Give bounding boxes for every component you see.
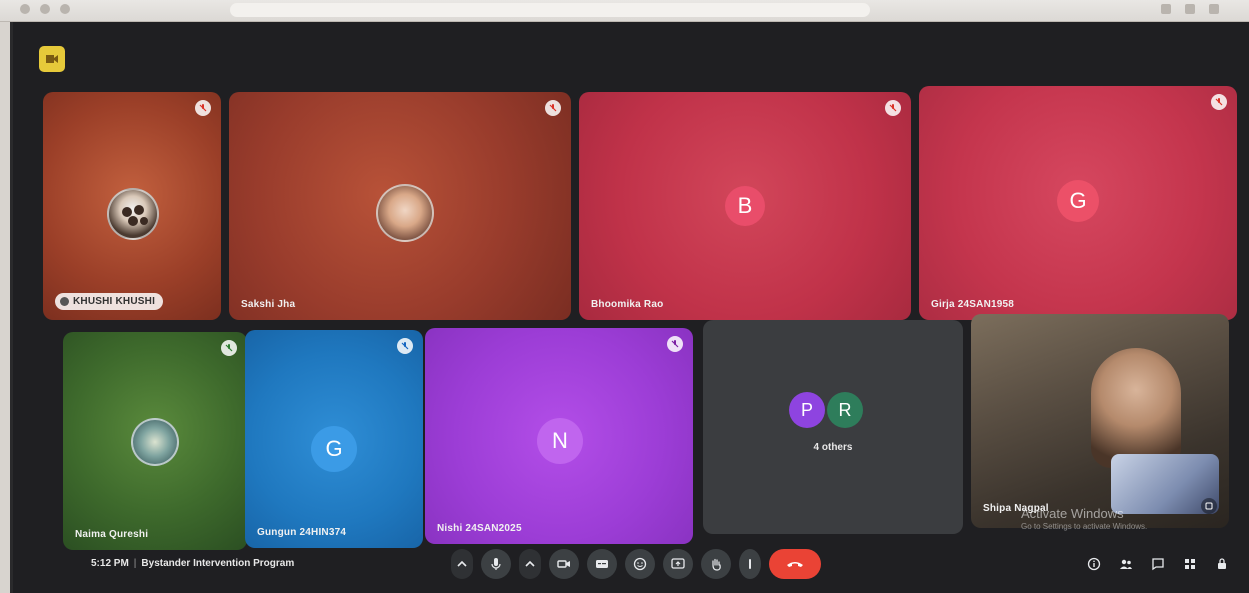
participant-tile[interactable]: Sakshi Jha <box>229 92 571 320</box>
chat-button[interactable] <box>1151 557 1165 576</box>
meet-window: KHUSHI KHUSHI Sakshi Jha B Bhoomika Rao … <box>10 22 1249 593</box>
participant-name: KHUSHI KHUSHI <box>55 293 164 310</box>
mic-button[interactable] <box>481 549 511 579</box>
avatar <box>107 188 159 240</box>
avatar <box>131 418 179 466</box>
browser-toolbar <box>1161 4 1219 14</box>
mic-off-icon <box>667 336 683 352</box>
avatar: N <box>537 418 583 464</box>
participant-tile[interactable]: G Gungun 24HIN374 <box>245 330 423 548</box>
control-bar: 5:12 PM | Bystander Intervention Program <box>13 539 1249 593</box>
chat-icon <box>1152 558 1164 571</box>
browser-chrome <box>0 0 1249 22</box>
reactions-button[interactable] <box>625 549 655 579</box>
watermark-title: Activate Windows <box>1021 506 1124 521</box>
address-bar[interactable] <box>230 3 870 17</box>
mic-off-icon <box>195 100 211 116</box>
participant-tile[interactable]: G Girja 24SAN1958 <box>919 86 1237 320</box>
end-call-button[interactable] <box>769 549 821 579</box>
mic-off-icon <box>1211 94 1227 110</box>
meeting-title: Bystander Intervention Program <box>141 558 295 569</box>
participant-name: Bhoomika Rao <box>591 299 664 310</box>
present-button[interactable] <box>663 549 693 579</box>
participant-name: Gungun 24HIN374 <box>257 527 347 538</box>
raise-hand-icon <box>712 558 721 571</box>
captions-button[interactable] <box>587 549 617 579</box>
activities-icon <box>1185 559 1195 569</box>
meeting-info: 5:12 PM | Bystander Intervention Program <box>91 558 294 569</box>
meet-logo-icon <box>39 46 65 72</box>
others-tile[interactable]: P R 4 others <box>703 320 963 534</box>
extension-icon[interactable] <box>1161 4 1171 14</box>
raise-hand-button[interactable] <box>701 549 731 579</box>
emoji-icon <box>633 557 647 571</box>
separator: | <box>133 558 137 569</box>
chevron-up-icon <box>525 560 535 567</box>
host-controls-button[interactable] <box>1215 557 1229 576</box>
participant-name: Sakshi Jha <box>241 299 296 310</box>
lock-icon <box>1218 558 1226 569</box>
meeting-time: 5:12 PM <box>91 558 129 569</box>
participant-name: Nishi 24SAN2025 <box>437 523 522 534</box>
present-icon <box>671 558 685 569</box>
participant-tile[interactable]: Naima Qureshi <box>63 332 247 550</box>
info-button[interactable] <box>1087 557 1101 576</box>
avatar: G <box>1057 180 1099 222</box>
avatar: P <box>789 392 825 428</box>
more-options-button[interactable] <box>739 549 761 579</box>
profile-icon[interactable] <box>1185 4 1195 14</box>
mic-off-icon <box>221 340 237 356</box>
end-call-icon <box>787 562 803 567</box>
pin-icon[interactable] <box>1201 498 1217 514</box>
menu-icon[interactable] <box>1209 4 1219 14</box>
avatar <box>376 184 434 242</box>
watermark-subtitle: Go to Settings to activate Windows. <box>1021 522 1148 531</box>
avatar: R <box>827 392 863 428</box>
participant-tile[interactable]: B Bhoomika Rao <box>579 92 911 320</box>
video-options-button[interactable] <box>519 549 541 579</box>
participant-tile[interactable]: KHUSHI KHUSHI <box>43 92 221 320</box>
camera-icon <box>557 560 570 568</box>
avatar: B <box>725 186 765 226</box>
people-icon <box>1120 559 1132 569</box>
more-options-icon <box>749 559 751 569</box>
window-dot[interactable] <box>20 4 30 14</box>
mic-off-icon <box>397 338 413 354</box>
side-controls <box>1087 557 1229 576</box>
avatar: G <box>311 426 357 472</box>
mic-off-icon <box>545 100 561 116</box>
participant-tile[interactable]: N Nishi 24SAN2025 <box>425 328 693 544</box>
chevron-up-icon <box>457 560 467 567</box>
camera-button[interactable] <box>549 549 579 579</box>
others-count: 4 others <box>813 442 853 453</box>
self-view-tile[interactable]: Shipa Nagpal <box>971 314 1229 528</box>
info-icon <box>1087 557 1101 571</box>
window-controls <box>20 4 70 14</box>
mic-off-icon <box>885 100 901 116</box>
windows-watermark: Activate Windows Go to Settings to activ… <box>1021 506 1147 531</box>
window-dot[interactable] <box>40 4 50 14</box>
people-button[interactable] <box>1119 557 1133 576</box>
participant-name: Girja 24SAN1958 <box>931 299 1015 310</box>
captions-icon <box>596 560 608 568</box>
audio-options-button[interactable] <box>451 549 473 579</box>
mic-icon <box>491 558 501 570</box>
activities-button[interactable] <box>1183 557 1197 576</box>
video-feed <box>1091 348 1181 468</box>
window-dot[interactable] <box>60 4 70 14</box>
call-controls <box>451 549 821 579</box>
